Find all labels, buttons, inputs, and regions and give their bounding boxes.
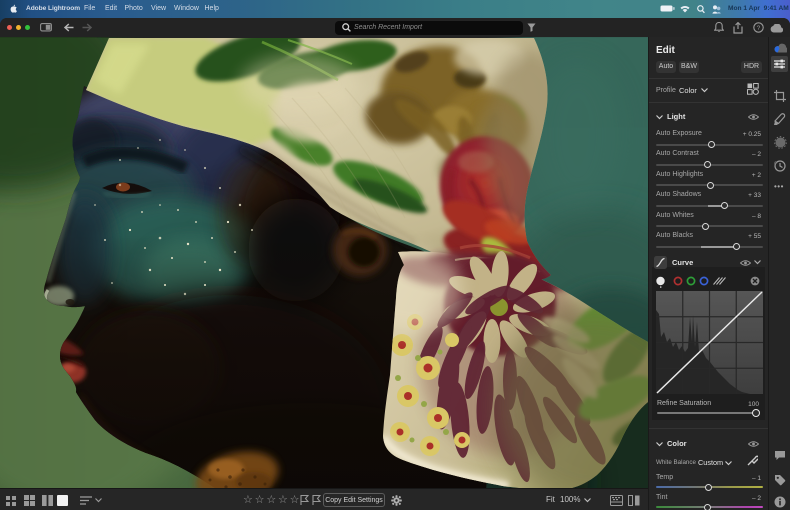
svg-text:?: ? bbox=[757, 25, 761, 32]
